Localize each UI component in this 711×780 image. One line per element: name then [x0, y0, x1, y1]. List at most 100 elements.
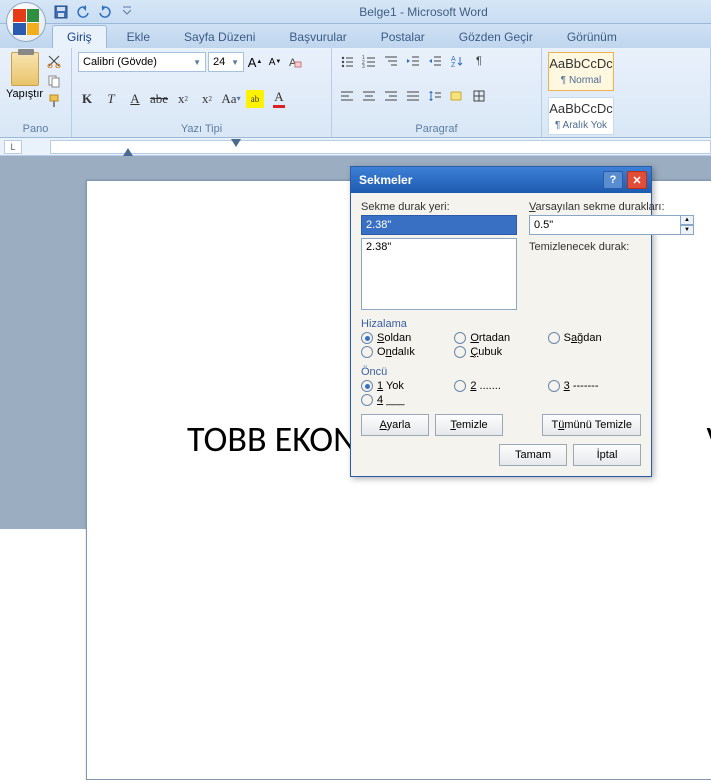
- line-spacing-icon[interactable]: [426, 87, 444, 105]
- radio-icon: [454, 332, 466, 344]
- font-size-select[interactable]: 24 ▼: [208, 52, 244, 72]
- tab-postalar[interactable]: Postalar: [367, 26, 439, 48]
- group-pano: Yapıştır Pano: [0, 48, 72, 137]
- cancel-button[interactable]: İptal: [573, 444, 641, 466]
- font-name-select[interactable]: Calibri (Gövde) ▼: [78, 52, 206, 72]
- default-tab-label: Varsayılan sekme durakları:: [529, 201, 694, 213]
- sort-icon[interactable]: AZ: [448, 52, 466, 70]
- chevron-down-icon: ▼: [231, 58, 239, 67]
- tab-ekle[interactable]: Ekle: [113, 26, 164, 48]
- clipboard-icon: [11, 52, 39, 86]
- increase-indent-icon[interactable]: [426, 52, 444, 70]
- underline-icon[interactable]: A: [126, 90, 144, 108]
- align-right-icon[interactable]: [382, 87, 400, 105]
- group-font: Calibri (Gövde) ▼ 24 ▼ A▲ A▼ A K T A abe…: [72, 48, 332, 137]
- copy-icon[interactable]: [45, 72, 63, 90]
- ok-button[interactable]: Tamam: [499, 444, 567, 466]
- office-button[interactable]: [6, 2, 46, 42]
- group-label-pano: Pano: [6, 123, 65, 135]
- bold-icon[interactable]: K: [78, 90, 96, 108]
- radio-leader-3[interactable]: 3 -------: [548, 380, 641, 392]
- justify-icon[interactable]: [404, 87, 422, 105]
- list-item[interactable]: 2.38": [366, 241, 512, 253]
- leader-section-label: Öncü: [361, 366, 641, 378]
- radio-align-center[interactable]: Ortadan: [454, 332, 547, 344]
- ruler-indent-marker[interactable]: [123, 148, 133, 156]
- radio-icon: [361, 394, 373, 406]
- help-button[interactable]: ?: [603, 171, 623, 189]
- radio-icon: [361, 380, 373, 392]
- ruler-tab-marker[interactable]: [231, 139, 241, 147]
- tabs-dialog: Sekmeler ? ✕ Sekme durak yeri: 2.38" Var…: [350, 166, 652, 477]
- show-marks-icon[interactable]: ¶: [470, 52, 488, 70]
- borders-icon[interactable]: [470, 87, 488, 105]
- bullets-icon[interactable]: [338, 52, 356, 70]
- redo-icon[interactable]: [96, 3, 114, 21]
- italic-icon[interactable]: T: [102, 90, 120, 108]
- radio-leader-2[interactable]: 2 .......: [454, 380, 547, 392]
- set-button[interactable]: Ayarla: [361, 414, 429, 436]
- tab-sayfa-duzeni[interactable]: Sayfa Düzeni: [170, 26, 269, 48]
- align-left-icon[interactable]: [338, 87, 356, 105]
- radio-align-decimal[interactable]: Ondalık: [361, 346, 454, 358]
- undo-icon[interactable]: [74, 3, 92, 21]
- tab-basvurular[interactable]: Başvurular: [275, 26, 360, 48]
- paste-button[interactable]: Yapıştır: [6, 52, 43, 110]
- office-logo-icon: [13, 9, 39, 35]
- alignment-section-label: Hizalama: [361, 318, 641, 330]
- save-icon[interactable]: [52, 3, 70, 21]
- tab-gorunum[interactable]: Görünüm: [553, 26, 631, 48]
- cut-icon[interactable]: [45, 52, 63, 70]
- highlight-icon[interactable]: ab: [246, 90, 264, 108]
- dialog-titlebar[interactable]: Sekmeler ? ✕: [351, 167, 651, 193]
- shading-icon[interactable]: [448, 87, 466, 105]
- tab-stop-input[interactable]: [361, 215, 517, 235]
- clear-button[interactable]: Temizle: [435, 414, 503, 436]
- subscript-icon[interactable]: x2: [174, 90, 192, 108]
- group-label-font: Yazı Tipi: [78, 123, 325, 135]
- decrease-indent-icon[interactable]: [404, 52, 422, 70]
- style-normal[interactable]: AaBbCcDc ¶ Normal: [548, 52, 614, 91]
- default-tab-input[interactable]: [529, 215, 680, 235]
- grow-font-icon[interactable]: A▲: [246, 53, 264, 71]
- clear-all-button[interactable]: Tümünü Temizle: [542, 414, 641, 436]
- ruler[interactable]: L: [0, 138, 711, 156]
- titlebar: Belge1 - Microsoft Word: [0, 0, 711, 24]
- chevron-down-icon: ▼: [193, 58, 201, 67]
- spin-down-icon[interactable]: ▼: [680, 225, 694, 235]
- close-button[interactable]: ✕: [627, 171, 647, 189]
- radio-align-bar[interactable]: Çubuk: [454, 346, 547, 358]
- tab-selector[interactable]: L: [4, 140, 22, 154]
- change-case-icon[interactable]: Aa▾: [222, 90, 240, 108]
- font-color-icon[interactable]: A: [270, 90, 288, 108]
- spin-up-icon[interactable]: ▲: [680, 215, 694, 225]
- qat-customize-icon[interactable]: [118, 3, 136, 21]
- style-sample: AaBbCcDc: [549, 56, 613, 71]
- style-name: ¶ Normal: [561, 75, 601, 86]
- paste-label: Yapıştır: [6, 88, 43, 100]
- style-no-spacing[interactable]: AaBbCcDc ¶ Aralık Yok: [548, 97, 614, 136]
- shrink-font-icon[interactable]: A▼: [266, 53, 284, 71]
- radio-icon: [548, 332, 560, 344]
- strikethrough-icon[interactable]: abe: [150, 90, 168, 108]
- radio-align-left[interactable]: Soldan: [361, 332, 454, 344]
- tab-stop-list[interactable]: 2.38": [361, 238, 517, 310]
- default-tab-spinner[interactable]: ▲▼: [529, 215, 694, 235]
- clear-formatting-icon[interactable]: A: [286, 53, 304, 71]
- horizontal-ruler[interactable]: [50, 140, 711, 154]
- format-painter-icon[interactable]: [45, 92, 63, 110]
- tab-giris[interactable]: Giriş: [52, 25, 107, 48]
- numbering-icon[interactable]: 123: [360, 52, 378, 70]
- superscript-icon[interactable]: x2: [198, 90, 216, 108]
- multilevel-list-icon[interactable]: [382, 52, 400, 70]
- style-sample: AaBbCcDc: [549, 101, 613, 116]
- align-center-icon[interactable]: [360, 87, 378, 105]
- radio-leader-4[interactable]: 4 ___: [361, 394, 454, 406]
- radio-icon: [454, 380, 466, 392]
- tab-gozden-gecir[interactable]: Gözden Geçir: [445, 26, 547, 48]
- radio-icon: [361, 332, 373, 344]
- dialog-title: Sekmeler: [359, 173, 412, 187]
- radio-align-right[interactable]: Sağdan: [548, 332, 641, 344]
- radio-leader-1[interactable]: 1 Yok: [361, 380, 454, 392]
- quick-access-toolbar: [52, 3, 136, 21]
